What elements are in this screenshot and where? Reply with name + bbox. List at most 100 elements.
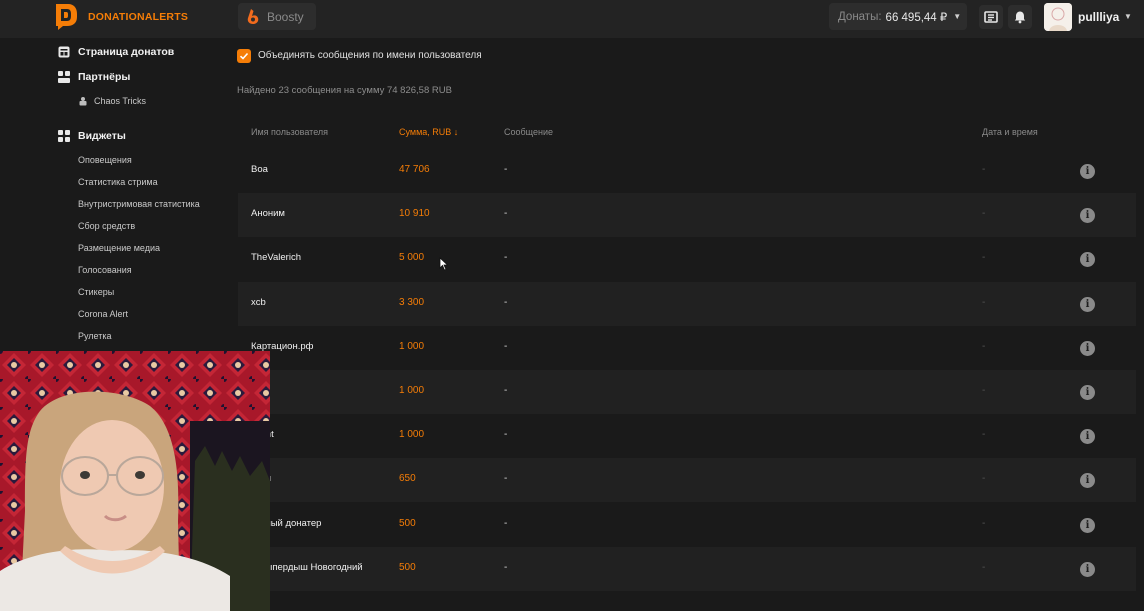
page-icon bbox=[58, 46, 70, 58]
boosty-button[interactable]: Boosty bbox=[238, 3, 316, 30]
cell-message: - bbox=[504, 473, 508, 485]
sidebar-item-label: Chaos Tricks bbox=[94, 96, 147, 106]
sidebar-item-label: Партнёры bbox=[78, 71, 131, 83]
cell-datetime: - bbox=[982, 252, 986, 264]
cell-sum: 1 000 bbox=[399, 429, 425, 441]
sidebar-item-donation-page[interactable]: Страница донатов bbox=[58, 46, 174, 58]
cell-sum: 1 000 bbox=[399, 340, 425, 352]
table-row[interactable]: …выпердыш Новогодний 500- - i bbox=[238, 546, 1136, 591]
cell-datetime: - bbox=[982, 340, 986, 352]
cell-datetime: - bbox=[982, 208, 986, 220]
news-button[interactable] bbox=[979, 5, 1003, 29]
table-row[interactable]: Аноним 10 910 - - i bbox=[238, 193, 1136, 238]
boosty-icon bbox=[247, 9, 259, 24]
cell-sum: 650 bbox=[399, 473, 416, 485]
sidebar-item-polls[interactable]: Голосования bbox=[78, 265, 132, 275]
table-row[interactable]: TheValerich 5 000 - - i bbox=[238, 237, 1136, 281]
sidebar-item-stream-stats[interactable]: Статистика стрима bbox=[78, 177, 158, 187]
checkmark-icon bbox=[239, 52, 249, 60]
info-icon[interactable]: i bbox=[1080, 561, 1095, 577]
puzzle-icon bbox=[79, 97, 87, 106]
brand-logo[interactable]: DONATIONALERTS bbox=[53, 3, 188, 30]
info-icon[interactable]: i bbox=[1080, 517, 1095, 533]
info-icon[interactable]: i bbox=[1080, 164, 1095, 179]
cell-message: - bbox=[504, 164, 508, 175]
cell-sum: 5 000 bbox=[399, 252, 425, 264]
username[interactable]: pullliya bbox=[1078, 10, 1119, 24]
widgets-icon bbox=[58, 130, 70, 142]
cell-datetime: - bbox=[982, 296, 986, 308]
webcam-overlay bbox=[0, 351, 270, 611]
table-row[interactable]: …ан650--i bbox=[238, 458, 1136, 503]
donates-balance-dropdown[interactable]: Донаты: 66 495,44 ₽ ▼ bbox=[829, 3, 967, 30]
webcam-image bbox=[0, 351, 270, 611]
boosty-label: Boosty bbox=[267, 9, 304, 24]
cell-datetime: - bbox=[982, 385, 986, 396]
table-row[interactable]: …чный донатер 500- - i bbox=[238, 503, 1136, 547]
sidebar-item-fundraising[interactable]: Сбор средств bbox=[78, 221, 135, 231]
info-icon[interactable]: i bbox=[1080, 296, 1095, 312]
sidebar-item-stickers[interactable]: Стикеры bbox=[78, 287, 114, 297]
column-header-user[interactable]: Имя пользователя bbox=[251, 127, 328, 137]
cell-message: - bbox=[504, 517, 508, 529]
notifications-button[interactable] bbox=[1008, 5, 1032, 29]
cell-sum: 47 706 bbox=[399, 164, 430, 175]
found-summary: Найдено 23 сообщения на сумму 74 826,58 … bbox=[237, 85, 452, 96]
merge-messages-checkbox[interactable] bbox=[237, 49, 251, 63]
sidebar-item-partners[interactable]: Партнёры bbox=[58, 71, 130, 83]
info-icon[interactable]: i bbox=[1080, 340, 1095, 356]
top-bar: DONATIONALERTS Boosty Донаты: 66 495,44 … bbox=[0, 0, 1144, 38]
table-row[interactable]: Boa 47 706 - - i bbox=[238, 149, 1136, 193]
column-header-datetime[interactable]: Дата и время bbox=[982, 127, 1038, 137]
cell-sum: 1 000 bbox=[399, 385, 425, 396]
cell-datetime: - bbox=[982, 429, 986, 441]
cell-message: - bbox=[504, 561, 508, 573]
merge-messages-label[interactable]: Объединять сообщения по имени пользовате… bbox=[258, 50, 482, 61]
partners-icon bbox=[58, 71, 70, 83]
table-row[interactable]: Картацион.рф 1 000- - i bbox=[238, 326, 1136, 370]
sidebar-item-widgets[interactable]: Виджеты bbox=[58, 130, 126, 142]
cell-sum: 3 300 bbox=[399, 296, 425, 308]
user-avatar[interactable] bbox=[1044, 3, 1072, 31]
sidebar-item-instream-stats[interactable]: Внутристримовая статистика bbox=[78, 199, 200, 209]
cell-message: - bbox=[504, 296, 508, 308]
cell-datetime: - bbox=[982, 164, 986, 175]
chevron-down-icon: ▼ bbox=[953, 12, 962, 21]
info-icon[interactable]: i bbox=[1080, 429, 1095, 445]
info-icon[interactable]: i bbox=[1080, 385, 1095, 400]
brand-name: DONATIONALERTS bbox=[88, 10, 189, 23]
cell-datetime: - bbox=[982, 473, 986, 485]
donates-value: 66 495,44 ₽ bbox=[885, 11, 948, 24]
cell-sum: 10 910 bbox=[399, 208, 430, 220]
mouse-cursor-icon bbox=[439, 257, 449, 271]
news-icon bbox=[984, 11, 998, 23]
sidebar-item-media[interactable]: Размещение медиа bbox=[78, 243, 160, 253]
info-icon[interactable]: i bbox=[1080, 208, 1095, 224]
cell-sum: 500 bbox=[399, 561, 416, 573]
sidebar-item-corona-alert[interactable]: Corona Alert bbox=[78, 309, 128, 319]
bell-icon bbox=[1014, 11, 1026, 24]
column-header-message: Сообщение bbox=[504, 127, 553, 137]
avatar-image-icon bbox=[1044, 3, 1072, 31]
cell-username: TheValerich bbox=[251, 252, 301, 264]
column-header-sum[interactable]: Сумма, RUB ↓ bbox=[399, 127, 458, 137]
chevron-down-icon[interactable]: ▼ bbox=[1124, 12, 1132, 21]
cell-message: - bbox=[504, 340, 508, 352]
cell-datetime: - bbox=[982, 517, 986, 529]
table-row[interactable]: …D1 000--i bbox=[238, 370, 1136, 414]
cell-username: xcb bbox=[251, 296, 266, 308]
sidebar-item-roulette[interactable]: Рулетка bbox=[78, 331, 112, 341]
sidebar-item-alerts[interactable]: Оповещения bbox=[78, 155, 132, 165]
sidebar-item-label: Страница донатов bbox=[78, 46, 175, 58]
cell-datetime: - bbox=[982, 561, 986, 573]
table-row[interactable]: xcb 3 300 - - i bbox=[238, 281, 1136, 326]
sidebar-item-label: Виджеты bbox=[78, 130, 126, 142]
cell-message: - bbox=[504, 252, 508, 264]
donationalerts-logo-icon bbox=[56, 4, 77, 30]
table-row[interactable]: …ent1 000--i bbox=[238, 414, 1136, 458]
sidebar-item-chaos-tricks[interactable]: Chaos Tricks bbox=[78, 96, 146, 106]
info-icon[interactable]: i bbox=[1080, 252, 1095, 268]
cell-username: Boa bbox=[251, 164, 268, 175]
info-icon[interactable]: i bbox=[1080, 473, 1095, 489]
cell-username: Аноним bbox=[251, 208, 285, 220]
